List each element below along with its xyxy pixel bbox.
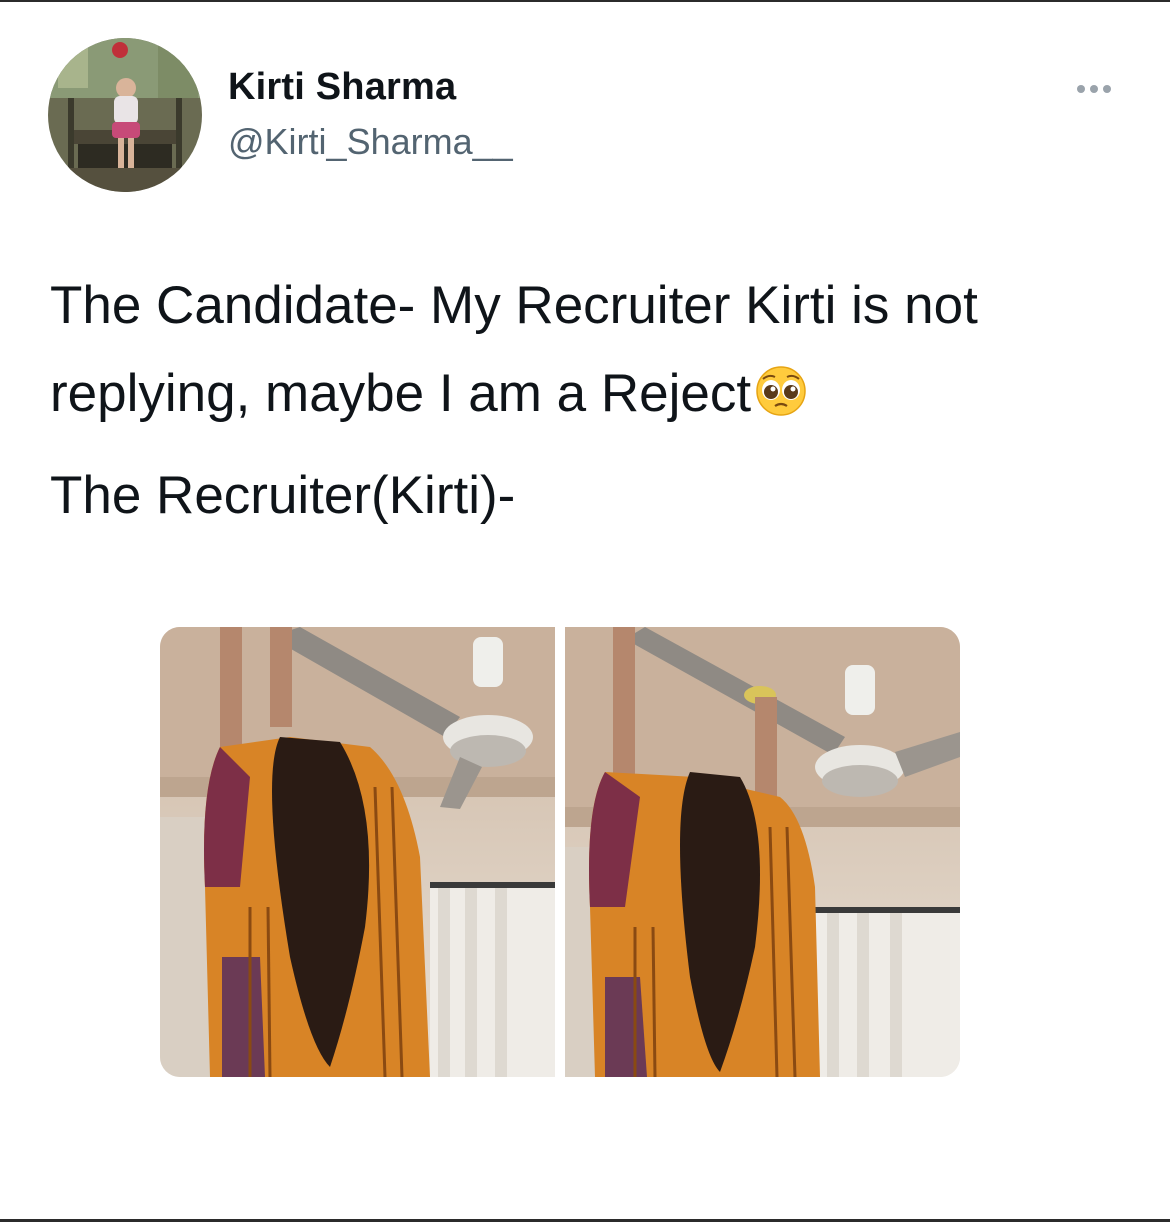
tweet-card: Kirti Sharma @Kirti_Sharma__ The Candida… [0, 0, 1170, 1222]
avatar[interactable] [48, 38, 202, 192]
tweet-text-line: The Candidate- My Recruiter Kirti is not… [50, 262, 1130, 438]
tweet-text: The Candidate- My Recruiter Kirti is not… [50, 262, 1130, 540]
media-image-right[interactable] [565, 627, 960, 1077]
tweet-text-line2: The Recruiter(Kirti)- [50, 466, 516, 525]
media-image-left[interactable] [160, 627, 555, 1077]
tweet-media[interactable] [160, 627, 960, 1077]
more-options-icon[interactable] [1068, 76, 1120, 102]
author-display-name[interactable]: Kirti Sharma [228, 66, 456, 109]
tweet-text-line1: The Candidate- My Recruiter Kirti is not… [50, 276, 978, 423]
pleading-face-icon [755, 356, 807, 416]
author-handle[interactable]: @Kirti_Sharma__ [228, 121, 513, 163]
